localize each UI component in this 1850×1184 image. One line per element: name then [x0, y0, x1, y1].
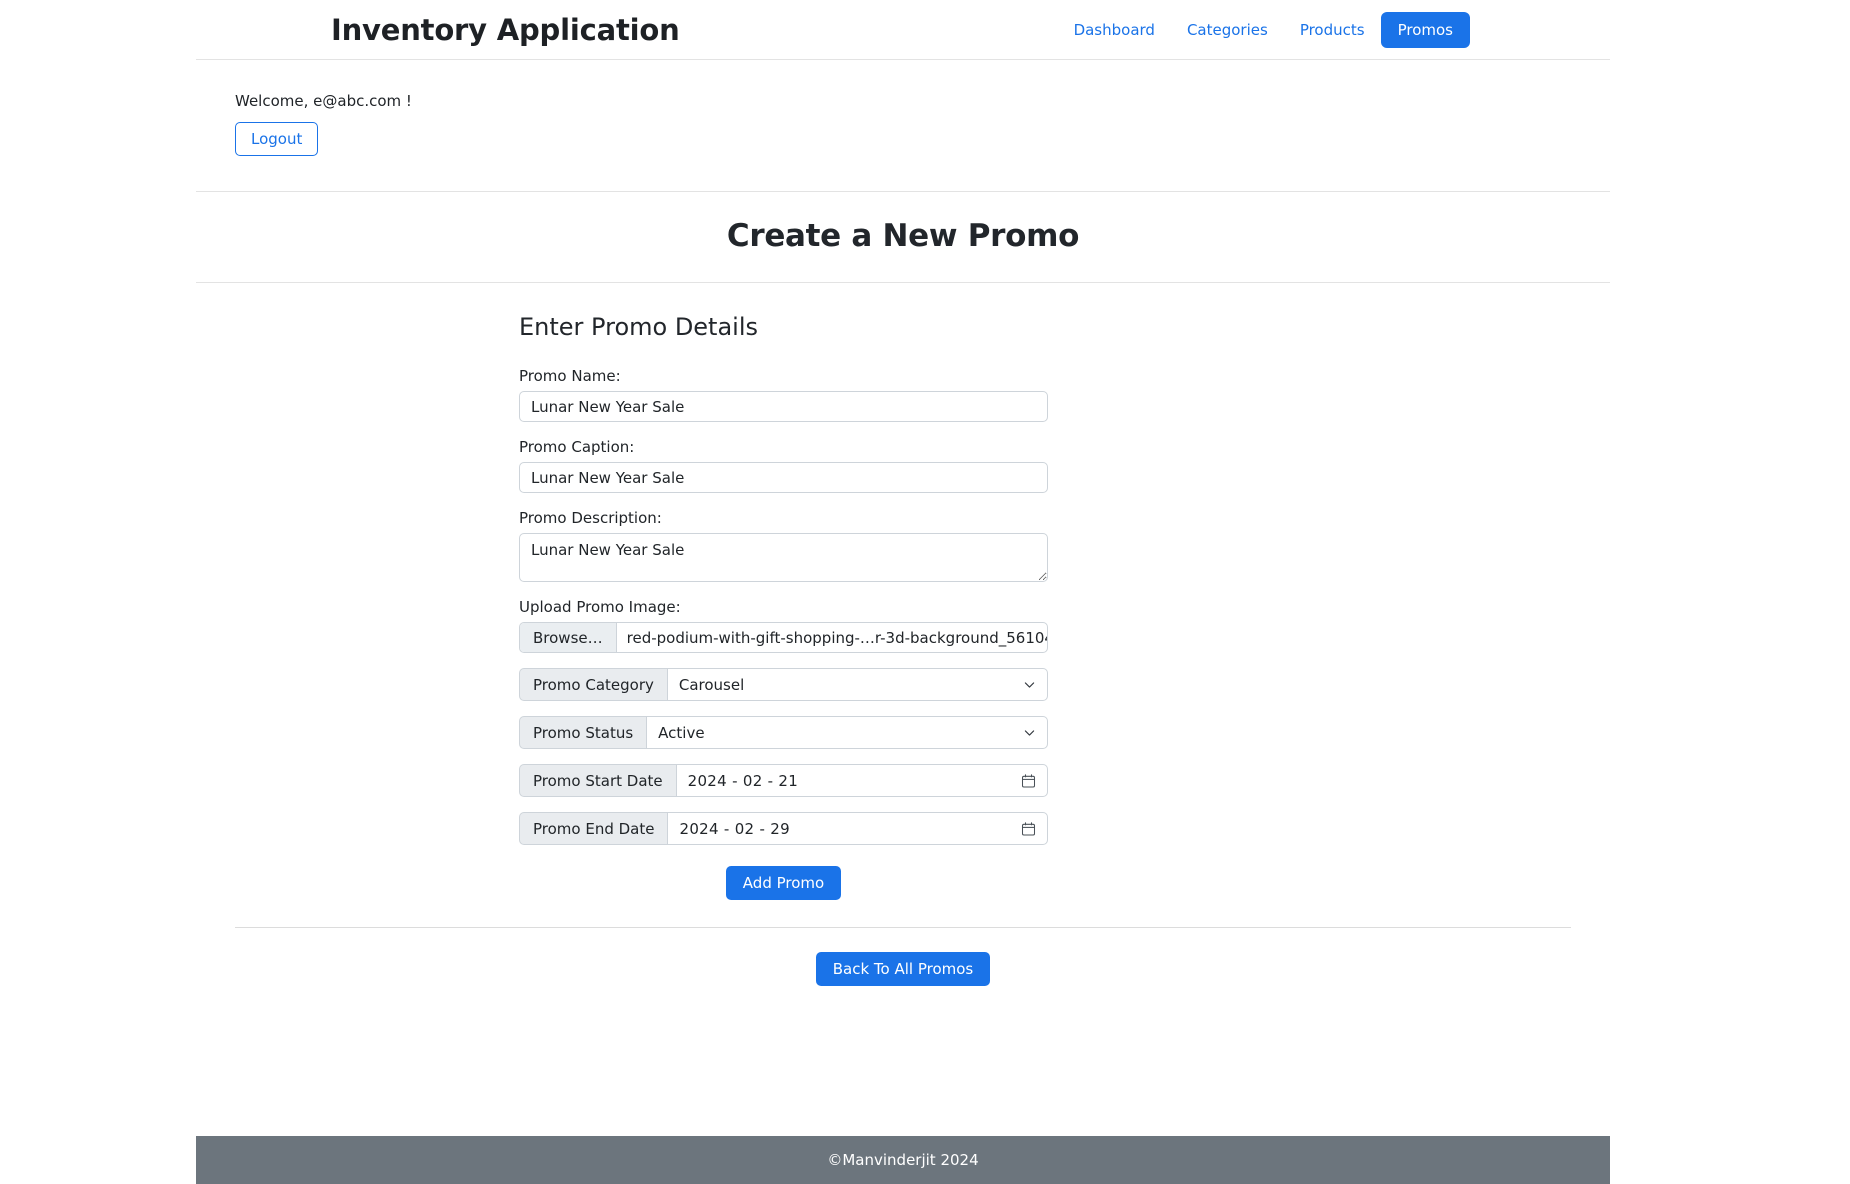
footer-copyright: ©Manvinderjit 2024 — [827, 1151, 979, 1169]
account-band: Welcome, e@abc.com ! Logout — [196, 60, 1610, 192]
top-navbar: Inventory Application Dashboard Categori… — [196, 0, 1610, 60]
promo-caption-label: Promo Caption: — [519, 438, 635, 456]
nav-item-categories[interactable]: Categories — [1171, 13, 1284, 47]
nav-item-promos[interactable]: Promos — [1380, 11, 1470, 48]
promo-form: Enter Promo Details Promo Name: Promo Ca… — [519, 313, 1048, 900]
form-area: Enter Promo Details Promo Name: Promo Ca… — [196, 283, 1610, 986]
promo-category-select[interactable]: Carousel — [666, 668, 1048, 701]
logout-button[interactable]: Logout — [235, 122, 319, 157]
chevron-down-icon — [1024, 681, 1035, 688]
promo-end-date-label: Promo End Date — [519, 812, 668, 845]
promo-start-date-input[interactable]: 2024 - 02 - 21 — [675, 764, 1048, 797]
promo-end-date-group: Promo End Date 2024 - 02 - 29 — [519, 812, 1048, 845]
promo-status-value: Active — [658, 723, 705, 742]
form-section-title: Enter Promo Details — [519, 313, 759, 341]
promo-status-select[interactable]: Active — [646, 716, 1048, 749]
promo-status-group: Promo Status Active — [519, 716, 1048, 749]
page-footer: ©Manvinderjit 2024 — [196, 1136, 1610, 1184]
page-root: Inventory Application Dashboard Categori… — [0, 0, 1850, 1184]
page-title: Create a New Promo — [726, 218, 1080, 254]
back-to-all-promos-button[interactable]: Back To All Promos — [815, 952, 991, 986]
back-row: Back To All Promos — [196, 928, 1610, 986]
welcome-message: Welcome, e@abc.com ! — [235, 92, 412, 110]
nav-item-products[interactable]: Products — [1284, 13, 1381, 47]
promo-status-label: Promo Status — [519, 716, 647, 749]
promo-name-label: Promo Name: — [519, 367, 621, 385]
promo-name-input[interactable] — [519, 391, 1048, 422]
nav-item-dashboard[interactable]: Dashboard — [1058, 13, 1171, 47]
browse-button[interactable]: Browse… — [520, 623, 617, 652]
selected-file-name: red-podium-with-gift-shopping-…r-3d-back… — [626, 628, 1047, 647]
promo-start-date-value: 2024 - 02 - 21 — [687, 771, 799, 790]
promo-end-date-input[interactable]: 2024 - 02 - 29 — [667, 812, 1048, 845]
page-title-section: Create a New Promo — [196, 192, 1610, 283]
upload-promo-image-label: Upload Promo Image: — [519, 598, 681, 616]
add-promo-button[interactable]: Add Promo — [725, 866, 842, 900]
promo-end-date-value: 2024 - 02 - 29 — [679, 819, 790, 838]
promo-category-label: Promo Category — [519, 668, 667, 701]
calendar-icon[interactable] — [1021, 821, 1036, 836]
promo-start-date-label: Promo Start Date — [519, 764, 676, 797]
promo-start-date-group: Promo Start Date 2024 - 02 - 21 — [519, 764, 1048, 797]
calendar-icon[interactable] — [1021, 773, 1036, 788]
app-brand-title: Inventory Application — [331, 12, 680, 47]
promo-description-textarea[interactable]: Lunar New Year Sale — [519, 533, 1048, 582]
promo-image-file-input[interactable]: Browse… red-podium-with-gift-shopping-…r… — [519, 622, 1048, 653]
promo-caption-input[interactable] — [519, 462, 1048, 493]
page-container: Inventory Application Dashboard Categori… — [196, 0, 1610, 1184]
submit-row: Add Promo — [519, 866, 1048, 900]
primary-nav: Dashboard Categories Products Promos — [1058, 11, 1470, 48]
promo-description-label: Promo Description: — [519, 509, 662, 527]
promo-category-value: Carousel — [678, 675, 745, 694]
chevron-down-icon — [1024, 729, 1035, 736]
promo-category-group: Promo Category Carousel — [519, 668, 1048, 701]
